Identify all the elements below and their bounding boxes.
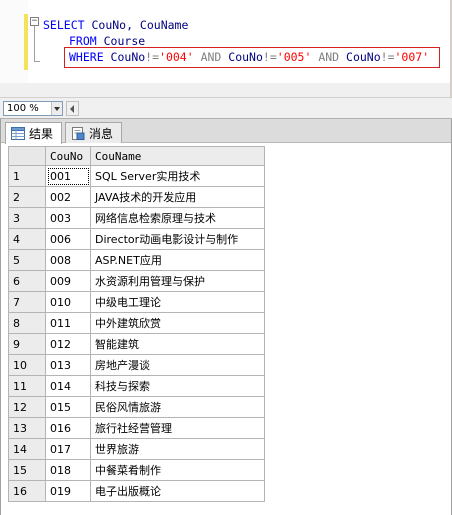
row-number[interactable]: 6	[8, 270, 46, 292]
row-number[interactable]: 9	[8, 333, 46, 355]
cell-couname[interactable]: ASP.NET应用	[90, 249, 265, 271]
row-number[interactable]: 1	[8, 165, 46, 187]
table-row[interactable]: 12 015 民俗风情旅游	[8, 396, 265, 418]
select-columns: CouNo, CouName	[84, 18, 189, 32]
cell-couno[interactable]: 015	[45, 396, 91, 418]
column-header-couname[interactable]: CouName	[90, 146, 265, 166]
results-grid[interactable]: CouNo CouName 1 001 SQL Server实用技术 2 002 JAVA…	[8, 146, 265, 502]
table-row[interactable]: 3 003 网络信息检索原理与技术	[8, 207, 265, 229]
table-row[interactable]: 9 012 智能建筑	[8, 333, 265, 355]
cell-couno[interactable]: 003	[45, 207, 91, 229]
results-table: CouNo CouName 1 001 SQL Server实用技术 2 002 JAVA…	[8, 146, 265, 502]
table-row[interactable]: 15 018 中餐菜肴制作	[8, 459, 265, 481]
chevron-down-icon[interactable]	[51, 102, 62, 115]
cell-couno[interactable]: 017	[45, 438, 91, 460]
outline-line-end	[34, 61, 40, 62]
grid-results-icon	[11, 127, 25, 140]
grid-header-row: CouNo CouName	[8, 146, 265, 166]
column-header-couno[interactable]: CouNo	[45, 146, 91, 166]
collapse-icon[interactable]: −	[30, 17, 39, 26]
keyword-from: FROM	[69, 34, 97, 48]
grid-corner[interactable]	[8, 146, 46, 166]
cell-couno[interactable]: 008	[45, 249, 91, 271]
cell-couno[interactable]: 014	[45, 375, 91, 397]
table-row[interactable]: 11 014 科技与探索	[8, 375, 265, 397]
cell-couname[interactable]: 中外建筑欣赏	[90, 312, 265, 334]
cell-couno[interactable]: 012	[45, 333, 91, 355]
row-number[interactable]: 4	[8, 228, 46, 250]
zoom-dropdown[interactable]: 100 %	[3, 101, 63, 116]
scroll-left-button[interactable]	[66, 101, 79, 116]
row-number[interactable]: 8	[8, 312, 46, 334]
row-number[interactable]: 2	[8, 186, 46, 208]
table-row[interactable]: 8 011 中外建筑欣赏	[8, 312, 265, 334]
table-row[interactable]: 2 002 JAVA技术的开发应用	[8, 186, 265, 208]
cell-couno[interactable]: 016	[45, 417, 91, 439]
row-number[interactable]: 11	[8, 375, 46, 397]
table-row[interactable]: 10 013 房地产漫谈	[8, 354, 265, 376]
table-row[interactable]: 16 019 电子出版概论	[8, 480, 265, 502]
table-row[interactable]: 7 010 中级电工理论	[8, 291, 265, 313]
table-row[interactable]: 6 009 水资源利用管理与保护	[8, 270, 265, 292]
cell-couname[interactable]: 民俗风情旅游	[90, 396, 265, 418]
keyword-select: SELECT	[43, 18, 85, 32]
sql-editor[interactable]: − SELECT CouNo, CouName FROM Course WHER…	[0, 0, 452, 97]
editor-horizontal-scrollbar[interactable]	[0, 83, 452, 97]
cell-couname[interactable]: 智能建筑	[90, 333, 265, 355]
row-number[interactable]: 5	[8, 249, 46, 271]
table-row[interactable]: 1 001 SQL Server实用技术	[8, 165, 265, 187]
cell-couno[interactable]: 018	[45, 459, 91, 481]
row-number[interactable]: 16	[8, 480, 46, 502]
grid-body: 1 001 SQL Server实用技术 2 002 JAVA技术的开发应用 3 003 网络信…	[8, 165, 265, 502]
cell-couno[interactable]: 001	[45, 165, 91, 187]
cell-couno[interactable]: 009	[45, 270, 91, 292]
code-line-select: SELECT CouNo, CouName	[43, 18, 188, 32]
table-row[interactable]: 13 016 旅行社经营管理	[8, 417, 265, 439]
results-tabbar: 结果 消息	[1, 119, 451, 144]
row-number[interactable]: 12	[8, 396, 46, 418]
zoom-strip: 100 %	[0, 97, 452, 119]
table-row[interactable]: 14 017 世界旅游	[8, 438, 265, 460]
cell-couname[interactable]: 旅行社经营管理	[90, 417, 265, 439]
row-number[interactable]: 3	[8, 207, 46, 229]
cell-couname[interactable]: 世界旅游	[90, 438, 265, 460]
row-number[interactable]: 10	[8, 354, 46, 376]
table-row[interactable]: 5 008 ASP.NET应用	[8, 249, 265, 271]
cell-couno[interactable]: 002	[45, 186, 91, 208]
row-number[interactable]: 15	[8, 459, 46, 481]
where-clause-highlight	[64, 47, 440, 68]
zoom-value: 100 %	[7, 103, 39, 114]
cell-couname[interactable]: Director动画电影设计与制作	[90, 228, 265, 250]
tab-messages[interactable]: 消息	[65, 122, 122, 143]
row-number[interactable]: 13	[8, 417, 46, 439]
tab-results-label: 结果	[29, 127, 54, 141]
change-indicator-bar	[24, 14, 28, 70]
row-number[interactable]: 14	[8, 438, 46, 460]
cell-couno[interactable]: 019	[45, 480, 91, 502]
results-pane: 结果 消息 CouNo CouName 1 001 SQL Server实用技术 2 0…	[0, 119, 452, 515]
cell-couname[interactable]: SQL Server实用技术	[90, 165, 265, 187]
cell-couno[interactable]: 011	[45, 312, 91, 334]
cell-couname[interactable]: JAVA技术的开发应用	[90, 186, 265, 208]
cell-couname[interactable]: 中级电工理论	[90, 291, 265, 313]
cell-couname[interactable]: 房地产漫谈	[90, 354, 265, 376]
cell-couname[interactable]: 中餐菜肴制作	[90, 459, 265, 481]
cell-couname[interactable]: 电子出版概论	[90, 480, 265, 502]
table-name: Course	[96, 34, 146, 48]
cell-couname[interactable]: 水资源利用管理与保护	[90, 270, 265, 292]
table-row[interactable]: 4 006 Director动画电影设计与制作	[8, 228, 265, 250]
outline-line	[34, 26, 35, 62]
tab-messages-label: 消息	[89, 126, 114, 141]
code-line-from: FROM Course	[69, 34, 145, 48]
messages-icon	[72, 126, 85, 140]
row-number[interactable]: 7	[8, 291, 46, 313]
cell-couname[interactable]: 网络信息检索原理与技术	[90, 207, 265, 229]
cell-couno[interactable]: 006	[45, 228, 91, 250]
tab-results[interactable]: 结果	[5, 122, 62, 144]
cell-couname[interactable]: 科技与探索	[90, 375, 265, 397]
cell-couno[interactable]: 013	[45, 354, 91, 376]
cell-couno[interactable]: 010	[45, 291, 91, 313]
